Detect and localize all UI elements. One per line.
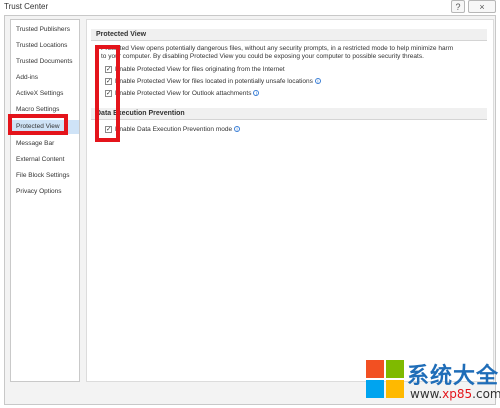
windows-logo-blue-tile — [366, 380, 384, 398]
sidebar-item-trusted-documents[interactable]: Trusted Documents — [11, 55, 79, 69]
option-text-internet-files: Enable Protected View for files originat… — [115, 66, 285, 73]
highlight-box-checkboxes — [95, 45, 120, 142]
sidebar-item-message-bar[interactable]: Message Bar — [11, 137, 79, 151]
option-label-internet-files: Enable Protected View for files originat… — [115, 66, 285, 74]
option-text-outlook-attachments: Enable Protected View for Outlook attach… — [115, 90, 252, 97]
option-text-dep-mode: Enable Data Execution Prevention mode — [115, 126, 233, 133]
content-pane: Protected View Protected View opens pote… — [86, 19, 494, 382]
info-icon[interactable]: i — [314, 78, 321, 85]
watermark-url-prefix: www. — [410, 387, 443, 401]
sidebar-item-external-content[interactable]: External Content — [11, 153, 79, 167]
protected-view-description-2: to your computer. By disabling Protected… — [101, 53, 424, 60]
title-bar: Trust Center ? × — [0, 0, 500, 14]
help-button[interactable]: ? — [451, 0, 465, 13]
option-label-outlook-attachments: Enable Protected View for Outlook attach… — [115, 90, 260, 98]
windows-logo-red-tile — [366, 360, 384, 378]
info-icon[interactable]: i — [234, 126, 241, 133]
sidebar-item-trusted-publishers[interactable]: Trusted Publishers — [11, 23, 79, 37]
watermark-url: www.xp85.com — [410, 387, 500, 401]
option-label-dep-mode: Enable Data Execution Prevention mode i — [115, 126, 241, 134]
section-header-dep: Data Execution Prevention — [91, 108, 487, 120]
sidebar-item-add-ins[interactable]: Add-ins — [11, 71, 79, 85]
windows-logo-yellow-tile — [386, 380, 404, 398]
watermark-url-suffix: .com — [472, 387, 500, 401]
sidebar: Trusted Publishers Trusted Locations Tru… — [10, 19, 80, 382]
sidebar-item-trusted-locations[interactable]: Trusted Locations — [11, 39, 79, 53]
watermark-logo: 系统大全 www.xp85.com — [360, 358, 500, 408]
close-button[interactable]: × — [468, 0, 496, 13]
watermark-title: 系统大全 — [407, 364, 500, 389]
section-header-protected-view: Protected View — [91, 29, 487, 41]
window-title: Trust Center — [4, 2, 49, 11]
protected-view-description-1: Protected View opens potentially dangero… — [101, 45, 454, 52]
option-label-unsafe-locations: Enable Protected View for files located … — [115, 78, 321, 86]
windows-logo-green-tile — [386, 360, 404, 378]
info-icon[interactable]: i — [253, 90, 260, 97]
option-text-unsafe-locations: Enable Protected View for files located … — [115, 78, 313, 85]
sidebar-item-privacy-options[interactable]: Privacy Options — [11, 185, 79, 199]
highlight-box-protected-view — [8, 114, 68, 135]
watermark-url-hi: xp85 — [442, 387, 473, 401]
sidebar-item-file-block-settings[interactable]: File Block Settings — [11, 169, 79, 183]
sidebar-item-activex-settings[interactable]: ActiveX Settings — [11, 87, 79, 101]
